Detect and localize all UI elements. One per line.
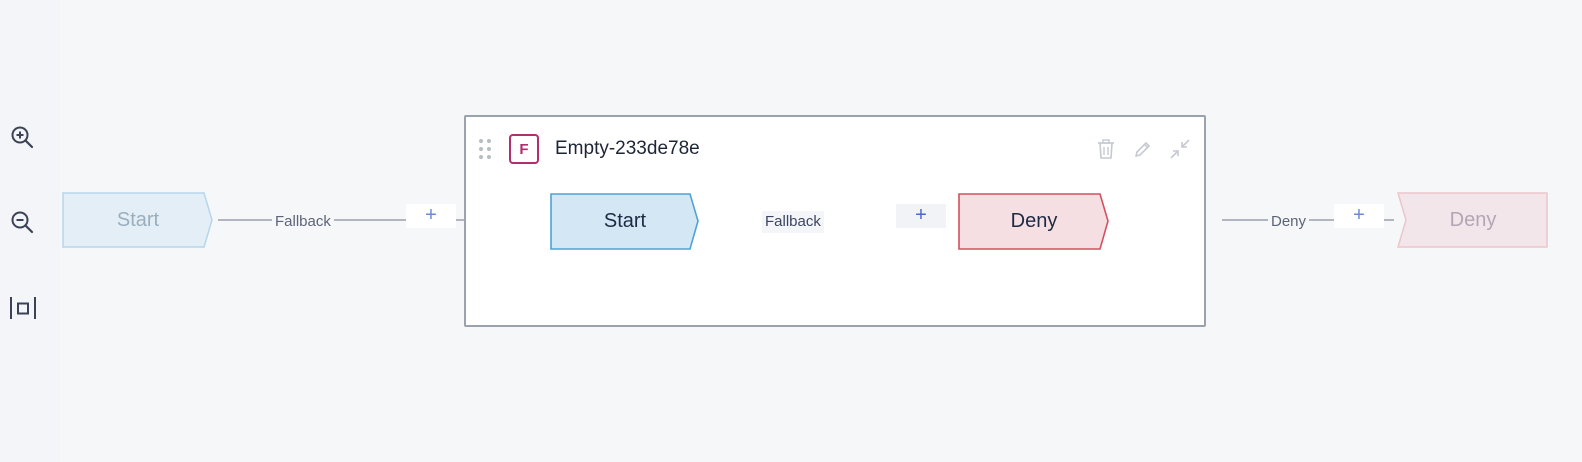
inner-start-node-label: Start	[603, 210, 647, 232]
flow-canvas[interactable]: Start Fallback + F Empty-233de78e Start …	[0, 0, 1582, 462]
add-node-button-right[interactable]: +	[1334, 204, 1384, 228]
delete-button[interactable]	[1094, 137, 1118, 161]
deny-node[interactable]: Deny	[1397, 192, 1549, 248]
deny-edge-label: Deny	[1268, 211, 1310, 233]
collapse-icon	[1170, 139, 1190, 159]
inner-add-node-button[interactable]: +	[896, 204, 946, 228]
deny-node-label: Deny	[1449, 208, 1497, 231]
add-node-button[interactable]: +	[406, 204, 456, 228]
trash-icon	[1098, 139, 1114, 159]
zoom-out-button[interactable]	[6, 206, 40, 240]
inner-start-node[interactable]: Start	[550, 193, 700, 250]
fit-to-screen-button[interactable]	[6, 291, 40, 325]
zoom-out-icon	[11, 211, 34, 234]
start-node[interactable]: Start	[62, 192, 214, 248]
fallback-edge-label: Fallback	[272, 211, 334, 233]
edit-button[interactable]	[1131, 137, 1155, 161]
group-title: Empty-233de78e	[555, 138, 700, 159]
inner-fallback-edge-label: Fallback	[762, 211, 824, 233]
fit-to-screen-icon	[10, 297, 36, 319]
zoom-in-button[interactable]	[6, 121, 40, 155]
start-node-label: Start	[116, 208, 160, 231]
drag-handle-icon[interactable]	[478, 137, 492, 161]
collapse-button[interactable]	[1168, 137, 1192, 161]
zoom-in-icon	[11, 126, 34, 149]
pencil-icon	[1135, 142, 1150, 157]
inner-deny-node[interactable]: Deny	[958, 193, 1110, 250]
inner-deny-node-label: Deny	[1010, 210, 1058, 232]
function-badge: F	[509, 134, 539, 164]
canvas-toolbar	[0, 0, 60, 462]
